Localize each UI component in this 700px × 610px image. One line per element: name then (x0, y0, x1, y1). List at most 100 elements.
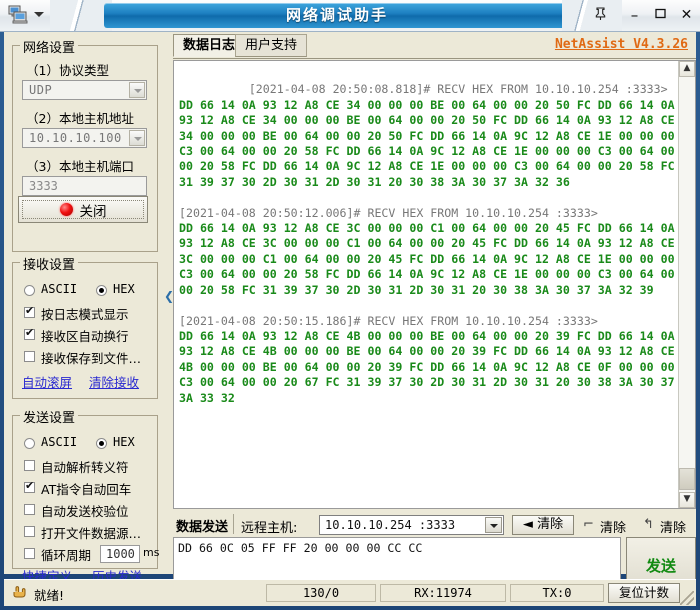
brand-version-label[interactable]: NetAssist V4.3.26 (555, 37, 688, 52)
scrollbar-thumb[interactable] (679, 468, 695, 490)
send-loop-interval-value: 1000 (106, 547, 135, 561)
chevron-down-icon[interactable] (485, 517, 502, 533)
log-line: C3 00 64 00 00 20 58 FC DD 66 14 0A 9C 1… (179, 144, 675, 159)
log-line: C3 00 64 00 00 20 67 FC 31 39 37 30 2D 3… (179, 375, 675, 390)
collapse-left-panel-icon[interactable]: ❮ (164, 287, 174, 305)
computer-icon[interactable] (8, 5, 28, 24)
network-settings-title: 网络设置 (20, 37, 79, 56)
clear-send-icon[interactable]: ↰ (643, 517, 654, 532)
remote-host-select[interactable]: 10.10.10.254 :3333 (319, 515, 504, 535)
send-at-cr-checkbox[interactable] (24, 479, 35, 493)
send-ascii-radio[interactable] (24, 438, 35, 449)
status-ready-text: 就绪! (34, 588, 65, 603)
receive-save-file-label: 接收保存到文件… (41, 351, 142, 366)
send-loop-checkbox[interactable] (24, 548, 35, 559)
send-checksum-label: 自动发送校验位 (41, 504, 129, 519)
log-line: 31 39 37 30 2D 30 31 2D 30 31 20 30 38 3… (179, 174, 570, 189)
connect-toggle-button[interactable]: 关闭 (18, 196, 148, 223)
log-vertical-scrollbar[interactable]: ▲ ▼ (678, 61, 695, 508)
left-settings-panel: 网络设置 （1）协议类型 UDP （2）本地主机地址 10.10.10.100 … (4, 32, 164, 584)
status-counter: 130/0 (266, 584, 376, 602)
resize-grip-icon[interactable] (680, 591, 694, 605)
chevron-down-icon[interactable] (129, 82, 145, 98)
tab-user-support[interactable]: 用户支持 (235, 34, 308, 57)
log-output-panel[interactable]: [2021-04-08 20:50:08.818]# RECV HEX FROM… (173, 60, 696, 509)
log-header-0: [2021-04-08 20:50:08.818]# RECV HEX FROM… (248, 82, 668, 97)
hand-icon (12, 585, 28, 599)
panel-splitter[interactable]: ❮ (164, 32, 174, 574)
local-host-address-select[interactable]: 10.10.10.100 (22, 128, 147, 148)
send-section-label: 数据发送 (176, 520, 229, 535)
receive-hex-radio[interactable] (96, 285, 107, 296)
clear-send-button[interactable]: 清除 (660, 517, 686, 536)
send-loop-unit-label: ms (143, 546, 160, 559)
send-ascii-label: ASCII (41, 435, 78, 449)
receive-log-mode-checkbox[interactable] (24, 304, 35, 318)
tab-underline (173, 58, 696, 59)
protocol-type-label: （1）协议类型 (26, 63, 109, 78)
local-host-address-value: 10.10.10.100 (29, 131, 122, 145)
send-hex-radio[interactable] (96, 438, 107, 449)
receive-auto-wrap-label: 接收区自动换行 (41, 329, 129, 344)
send-file-source-checkbox[interactable] (24, 526, 35, 537)
scroll-up-icon[interactable]: ▲ (679, 61, 695, 77)
local-host-port-input[interactable]: 3333 (22, 176, 147, 196)
window-controls: – ✕ (627, 4, 694, 26)
tab-strip: 数据日志 用户支持 NetAssist V4.3.26 (173, 34, 696, 59)
receive-auto-wrap-checkbox[interactable] (24, 326, 35, 340)
send-checksum-checkbox[interactable] (24, 504, 35, 515)
title-bar: 网络调试助手 – ✕ (0, 0, 700, 32)
application-window: 网络调试助手 – ✕ 网络设置 （1）协议类型 UDP （2）本地主机地址 10… (0, 0, 700, 610)
scroll-down-icon[interactable]: ▼ (679, 492, 695, 508)
titlebar-left-flare (50, 0, 112, 31)
log-line: DD 66 14 0A 93 12 A8 CE 34 00 00 00 BE 0… (179, 97, 675, 112)
auto-scroll-link[interactable]: 自动滚屏 (22, 372, 72, 391)
receive-ascii-radio[interactable] (24, 285, 35, 296)
protocol-type-select[interactable]: UDP (22, 80, 147, 100)
receive-save-file-checkbox[interactable] (24, 351, 35, 362)
chevron-down-icon[interactable] (34, 12, 44, 17)
pin-icon[interactable] (592, 6, 609, 23)
close-button[interactable]: ✕ (679, 7, 694, 23)
remote-host-value: 10.10.10.254 :3333 (325, 518, 456, 532)
log-line: 3A 33 32 (179, 390, 235, 405)
log-line: DD 66 14 0A 93 12 A8 CE 3C 00 00 00 C1 0… (179, 221, 675, 236)
receive-hex-label: HEX (113, 282, 135, 296)
status-led-icon (55, 199, 77, 220)
log-line: 00 20 58 FC 31 39 37 30 2D 30 31 2D 30 3… (179, 282, 654, 297)
log-line: 34 00 00 00 BE 00 64 00 00 20 50 FC DD 6… (179, 128, 675, 143)
local-host-port-label: （3）本地主机端口 (26, 159, 134, 174)
protocol-type-value: UDP (29, 83, 53, 97)
send-settings-title: 发送设置 (20, 407, 79, 426)
send-loop-label: 循环周期 (41, 548, 92, 563)
clear-all-button[interactable]: ◄ 清除 (512, 515, 574, 535)
receive-log-mode-label: 按日志模式显示 (41, 307, 129, 322)
reset-counter-button[interactable]: 复位计数 (608, 583, 680, 603)
send-hex-label: HEX (113, 435, 135, 449)
receive-settings-title: 接收设置 (20, 254, 79, 273)
remote-host-label: 远程主机: (241, 521, 298, 536)
client-area: 网络设置 （1）协议类型 UDP （2）本地主机地址 10.10.10.100 … (4, 32, 696, 594)
send-file-source-label: 打开文件数据源… (41, 526, 142, 541)
clear-receive-button[interactable]: 清除 (600, 517, 626, 536)
log-line: 93 12 A8 CE 4B 00 00 00 BE 00 64 00 00 2… (179, 344, 675, 359)
local-host-port-value: 3333 (29, 179, 58, 193)
send-escape-checkbox[interactable] (24, 460, 35, 471)
clear-receive-link[interactable]: 清除接收 (89, 372, 139, 391)
log-output-text: [2021-04-08 20:50:08.818]# RECV HEX FROM… (174, 61, 678, 508)
log-line: 4B 00 00 00 BE 00 64 00 00 20 39 FC DD 6… (179, 359, 675, 374)
clear-receive-icon[interactable]: ⌐ (583, 517, 594, 532)
local-host-address-label: （2）本地主机地址 (26, 111, 134, 126)
send-loop-interval-input[interactable]: 1000 (100, 545, 140, 563)
log-line: 93 12 A8 CE 3C 00 00 00 C1 00 64 00 00 2… (179, 236, 675, 251)
log-line: 93 12 A8 CE 34 00 00 00 BE 00 64 00 00 2… (179, 113, 675, 128)
window-title: 网络调试助手 (285, 6, 388, 24)
chevron-down-icon[interactable] (129, 130, 145, 146)
connect-toggle-label: 关闭 (79, 203, 107, 220)
maximize-button[interactable] (653, 8, 668, 23)
status-bar: 就绪! 130/0 RX:11974 TX:0 复位计数 (4, 579, 696, 606)
send-escape-label: 自动解析转义符 (41, 460, 129, 475)
minimize-button[interactable]: – (627, 7, 642, 23)
clear-all-label: 清除 (537, 517, 564, 532)
send-toolbar: 数据发送 远程主机: 10.10.10.254 :3333 ◄ 清除 ⌐ 清除 … (173, 513, 696, 537)
